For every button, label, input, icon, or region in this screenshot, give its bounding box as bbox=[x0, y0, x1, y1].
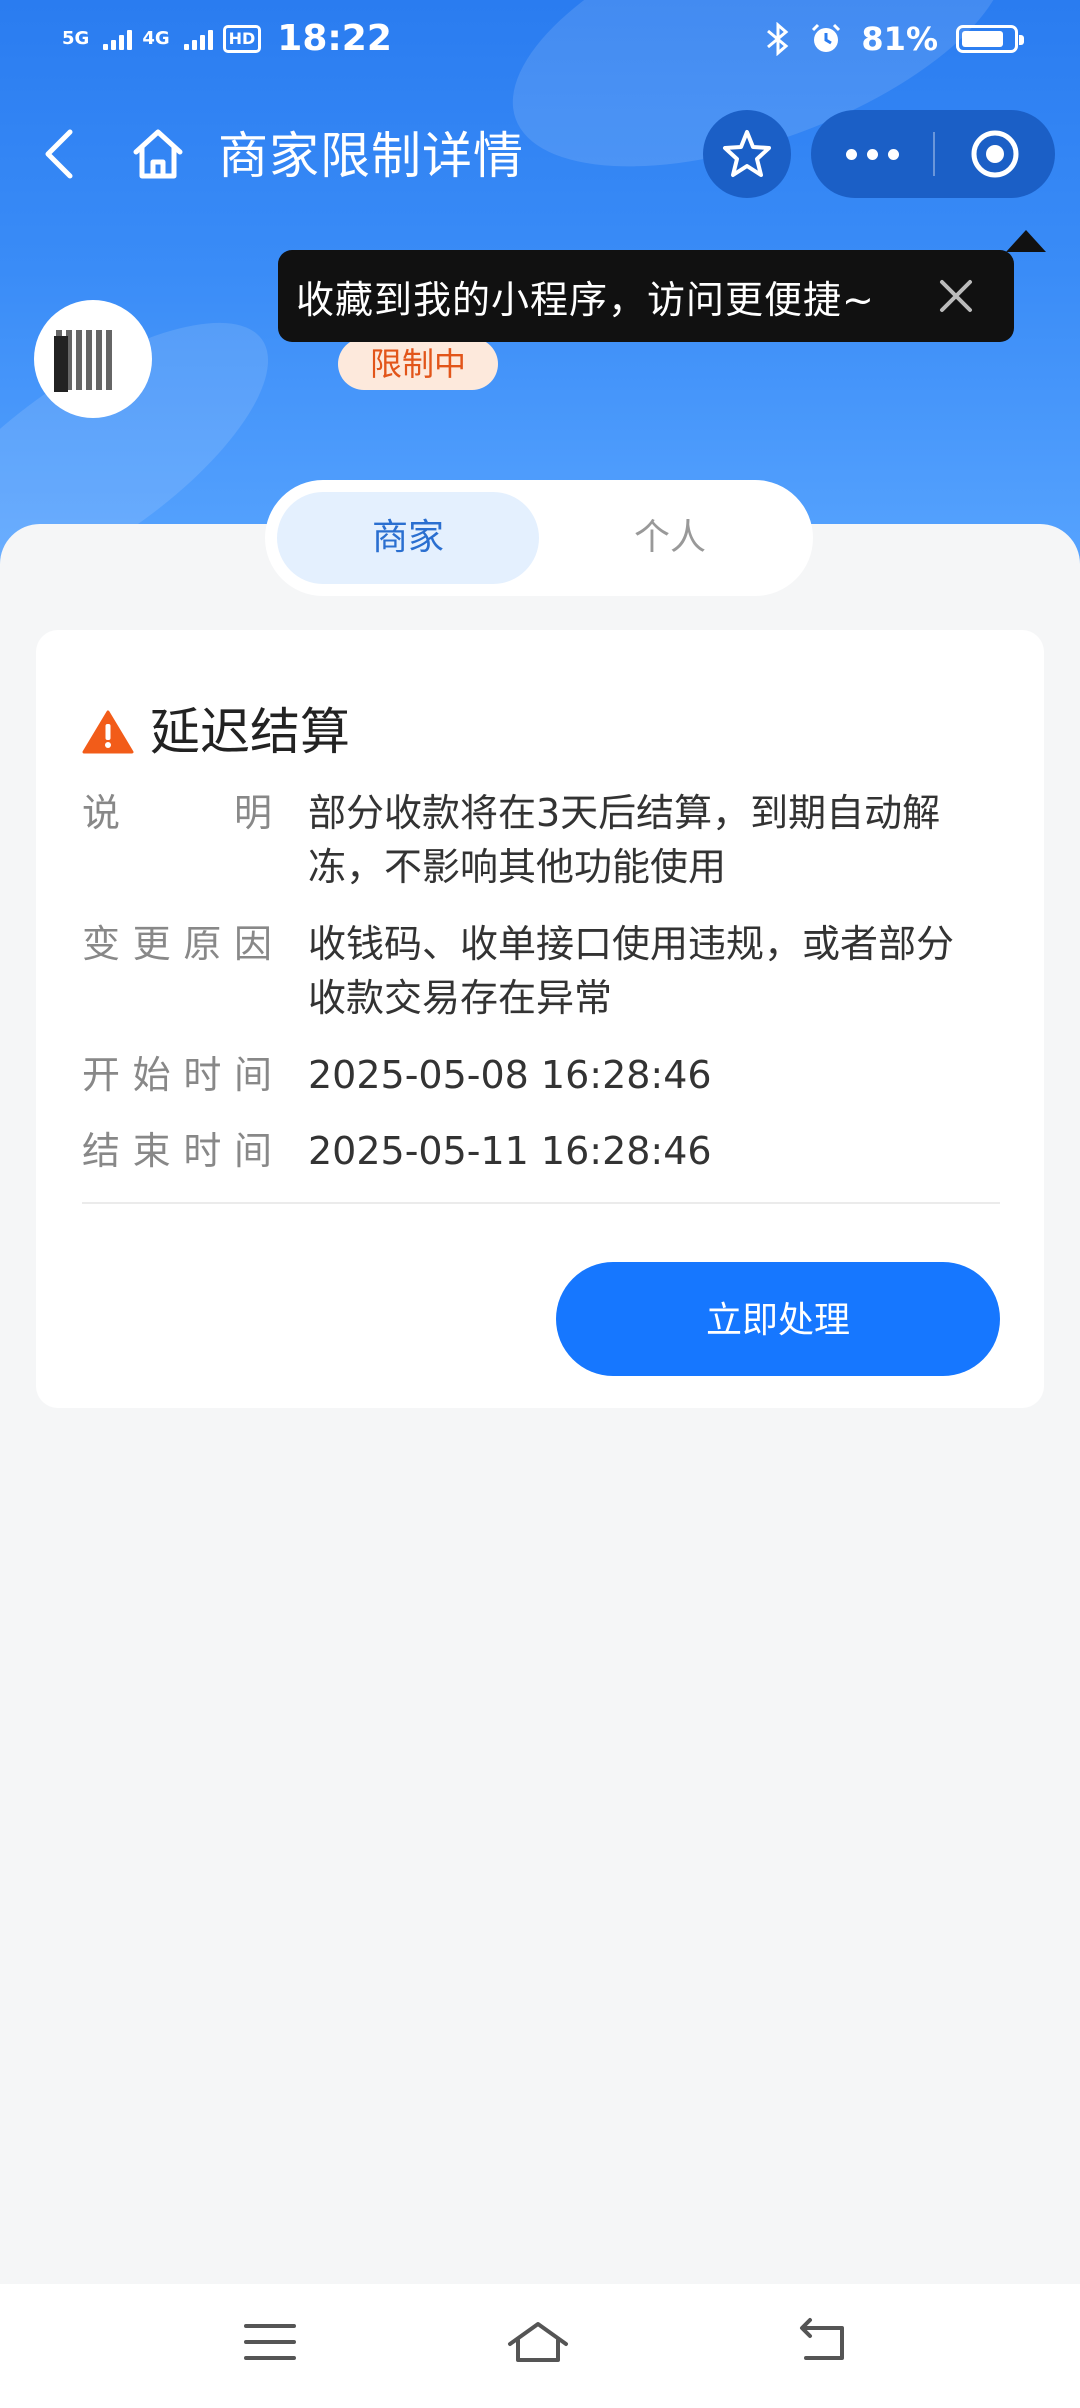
row-label: 说明 bbox=[82, 791, 272, 835]
close-icon[interactable] bbox=[936, 276, 976, 316]
hd-icon: HD bbox=[222, 24, 262, 53]
target-icon bbox=[971, 130, 1019, 178]
divider bbox=[82, 1202, 1000, 1204]
card-title: 延迟结算 bbox=[150, 703, 350, 761]
home-icon[interactable] bbox=[126, 122, 190, 186]
row-value: 部分收款将在3天后结算，到期自动解冻，不影响其他功能使用 bbox=[308, 791, 941, 889]
restriction-card: 延迟结算 说明 部分收款将在3天后结算，到期自动解冻，不影响其他功能使用 变更原… bbox=[36, 630, 1044, 1408]
sim1-label: 5G bbox=[62, 27, 90, 49]
battery-icon bbox=[956, 25, 1024, 53]
battery-percent: 81% bbox=[861, 20, 938, 58]
alarm-icon bbox=[812, 23, 841, 52]
handle-now-button[interactable]: 立即处理 bbox=[556, 1262, 1000, 1376]
home-icon[interactable] bbox=[506, 2310, 570, 2374]
close-miniprogram-button[interactable] bbox=[935, 110, 1055, 198]
row-label: 开始时间 bbox=[82, 1053, 272, 1097]
menu-icon[interactable] bbox=[238, 2310, 302, 2374]
favorite-button[interactable] bbox=[703, 110, 791, 198]
sim2-label: 4G bbox=[142, 27, 170, 49]
status-bar: 5G 4G HD 18:22 81% bbox=[0, 0, 1080, 84]
signal-icon-2 bbox=[183, 28, 213, 50]
tab-merchant[interactable]: 商家 bbox=[277, 492, 539, 584]
avatar bbox=[34, 300, 152, 418]
card-header: 延迟结算 bbox=[82, 700, 350, 764]
more-icon[interactable] bbox=[811, 110, 933, 198]
row-label: 结束时间 bbox=[82, 1129, 272, 1173]
bluetooth-icon bbox=[767, 22, 789, 56]
row-label: 变更原因 bbox=[82, 922, 272, 966]
detail-row-start-time: 开始时间 2025-05-08 16:28:46 bbox=[82, 1048, 1002, 1102]
detail-row-end-time: 结束时间 2025-05-11 16:28:46 bbox=[82, 1124, 1002, 1178]
nav-bar: 商家限制详情 bbox=[0, 110, 1080, 202]
tab-switcher: 商家 个人 bbox=[265, 480, 813, 596]
system-nav-bar bbox=[0, 2284, 1080, 2408]
tooltip-text: 收藏到我的小程序，访问更便捷~ bbox=[296, 277, 875, 322]
favorite-tooltip: 收藏到我的小程序，访问更便捷~ bbox=[278, 230, 1046, 342]
row-value: 2025-05-11 16:28:46 bbox=[308, 1129, 712, 1173]
row-value: 2025-05-08 16:28:46 bbox=[308, 1053, 712, 1097]
page-title: 商家限制详情 bbox=[218, 127, 524, 185]
clock: 18:22 bbox=[277, 18, 392, 59]
status-badge: 限制中 bbox=[338, 338, 498, 390]
warning-icon bbox=[82, 710, 134, 754]
detail-row-reason: 变更原因 收钱码、收单接口使用违规，或者部分收款交易存在异常 bbox=[82, 917, 1002, 1025]
star-icon bbox=[723, 130, 771, 177]
row-value: 收钱码、收单接口使用违规，或者部分收款交易存在异常 bbox=[308, 922, 955, 1020]
back-icon[interactable] bbox=[30, 122, 94, 186]
signal-icon bbox=[103, 28, 133, 50]
back-arrow-icon[interactable] bbox=[792, 2310, 856, 2374]
menu-capsule bbox=[811, 110, 1055, 198]
tab-personal[interactable]: 个人 bbox=[539, 492, 801, 584]
detail-row-description: 说明 部分收款将在3天后结算，到期自动解冻，不影响其他功能使用 bbox=[82, 786, 1002, 894]
